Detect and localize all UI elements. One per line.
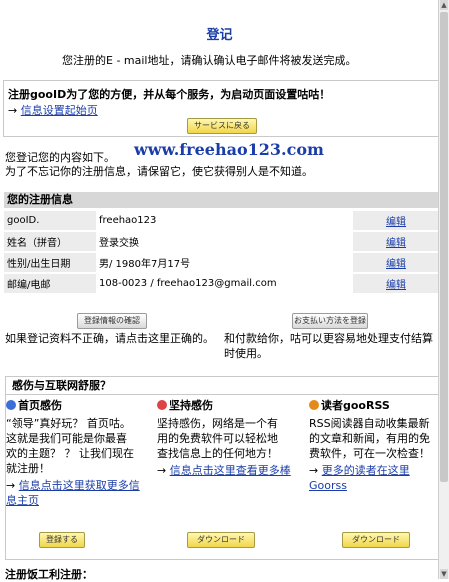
row-value: 登录交换 xyxy=(96,231,353,253)
arrow-icon: → xyxy=(8,104,18,117)
column-text: RSS阅读器自动收集最新的文章和新闻，有用的免费软件，可在一次检查！ xyxy=(309,417,430,460)
row-label: 性别/出生日期 xyxy=(4,252,96,274)
row-value: 108-0023 / freehao123@gmail.com xyxy=(96,273,353,295)
notice-heading: 注册gooID为了您的方便，并从每个服务，为启动页面设置咕咕！ xyxy=(8,88,331,101)
arrow-icon: → xyxy=(309,464,319,477)
page-frame: 登记 您注册的E - mail地址，请确认确认电子邮件将被发送完成。 注册goo… xyxy=(2,0,445,581)
column-pin: 坚持感伤 坚持感伤，网络是一个有用的免费软件可以轻松地查找信息上的任何地方！ →… xyxy=(157,398,297,478)
row-value: 男/ 1980年7月17号 xyxy=(96,252,353,274)
table-row: 邮编/电邮 108-0023 / freehao123@gmail.com 编辑 xyxy=(4,273,439,295)
column-home: 首页感伤 “领导”真好玩？ 首页咕。 这就是我们可能是你最喜欢的主题？ ？ 让我… xyxy=(6,398,146,508)
edit-gooid-link[interactable]: 编辑 xyxy=(386,217,406,228)
summary-line-1: 您登记您的内容如下。 xyxy=(5,151,115,164)
return-to-service-button[interactable]: サービスに戻る xyxy=(187,118,257,134)
start-page-setting-link[interactable]: 信息设置起始页 xyxy=(21,104,98,117)
arrow-icon: → xyxy=(6,479,16,492)
scroll-up-icon[interactable]: ▲ xyxy=(440,0,448,10)
column-text: 坚持感伤，网络是一个有用的免费软件可以轻松地查找信息上的任何地方！ xyxy=(157,417,278,460)
confirm-right-text: 和付款给你，咕可以更容易地处理支付结算时使用。 xyxy=(224,332,433,360)
table-row: 姓名（拼音） 登录交换 编辑 xyxy=(4,231,439,253)
row-label: 姓名（拼音） xyxy=(4,231,96,253)
registration-header: 您的注册信息 xyxy=(4,192,442,208)
watermark-logo: www.freehao123.com xyxy=(134,140,324,159)
scroll-thumb[interactable] xyxy=(440,12,448,482)
summary-line-2: 为了不忘记你的注册信息，请保留它，使它获得别人是不知道。 xyxy=(5,165,313,178)
bottom-text: 注册饭工利注册： xyxy=(5,568,93,581)
table-row: 性别/出生日期 男/ 1980年7月17号 编辑 xyxy=(4,252,439,274)
confirm-left-text: 如果登记资料不正确，请点击这里正确的。 xyxy=(5,332,214,345)
row-value: freehao123 xyxy=(96,211,353,232)
edit-birthdate-link[interactable]: 编辑 xyxy=(386,259,406,270)
start-page-notice: 注册gooID为了您的方便，并从每个服务，为启动页面设置咕咕！ → 信息设置起始… xyxy=(3,80,439,137)
intro-text: 您注册的E - mail地址，请确认确认电子邮件将被发送完成。 xyxy=(62,54,357,67)
edit-email-link[interactable]: 编辑 xyxy=(386,280,406,291)
download-pin-button[interactable]: ダウンロード xyxy=(187,532,255,548)
register-button[interactable]: 登録する xyxy=(39,532,85,548)
edit-name-link[interactable]: 编辑 xyxy=(386,238,406,249)
home-icon xyxy=(6,400,16,410)
notice-link-row: → 信息设置起始页 xyxy=(8,102,98,118)
pin-info-link[interactable]: 信息点击这里查看更多棒 xyxy=(170,464,291,477)
section-header: 感伤与互联网舒服？ xyxy=(5,376,445,395)
row-label: 邮编/电邮 xyxy=(4,273,96,295)
column-rss: 读者gooRSS RSS阅读器自动收集最新的文章和新闻，有用的免费软件，可在一次… xyxy=(309,398,443,493)
page-title: 登记 xyxy=(206,28,233,43)
column-text: “领导”真好玩？ 首页咕。 这就是我们可能是你最喜欢的主题？ ？ 让我们现在就注… xyxy=(6,417,134,475)
scroll-down-icon[interactable]: ▼ xyxy=(440,569,448,579)
vertical-scrollbar[interactable]: ▲ ▼ xyxy=(438,0,449,579)
download-rss-button[interactable]: ダウンロード xyxy=(342,532,410,548)
rss-icon xyxy=(309,400,319,410)
pin-icon xyxy=(157,400,167,410)
column-title: 读者gooRSS xyxy=(321,399,390,412)
arrow-icon: → xyxy=(157,464,167,477)
rss-info-link[interactable]: 更多的读者在这里Goorss xyxy=(309,464,410,492)
table-row: gooID. freehao123 编辑 xyxy=(4,211,439,232)
registration-table: gooID. freehao123 编辑 姓名（拼音） 登录交换 编辑 性别/出… xyxy=(4,211,439,295)
column-title: 坚持感伤 xyxy=(169,399,213,412)
confirm-registration-button[interactable]: 登録情報の確認 xyxy=(77,313,147,329)
row-label: gooID. xyxy=(4,211,96,232)
homepage-info-link[interactable]: 信息点击这里获取更多信息主页 xyxy=(6,479,140,507)
column-title: 首页感伤 xyxy=(18,399,62,412)
register-payment-button[interactable]: お支払い方法を登録 xyxy=(292,313,368,329)
